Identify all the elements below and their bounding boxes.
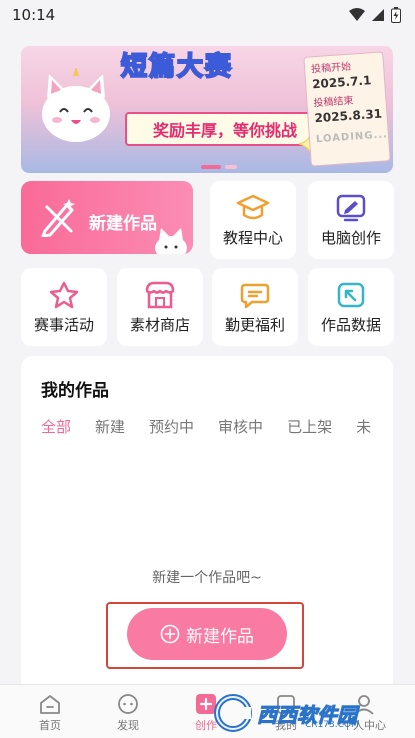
- nav-home-label: 首页: [39, 719, 61, 732]
- empty-state-text: 新建一个作品吧~: [152, 570, 262, 586]
- discover-icon: [118, 694, 138, 714]
- status-time: 10:14: [12, 6, 56, 24]
- graduation-cap-icon: [236, 194, 270, 219]
- store-icon: [145, 281, 175, 308]
- nav-home[interactable]: 首页: [20, 693, 80, 733]
- materials-tile[interactable]: 素材商店: [117, 268, 203, 346]
- create-work-button[interactable]: 新建作品: [127, 608, 287, 660]
- pc-create-label: 电脑创作: [320, 228, 381, 247]
- tab-new[interactable]: 新建: [95, 416, 125, 437]
- status-icons: [349, 7, 401, 23]
- pc-create-tile[interactable]: 电脑创作: [308, 181, 394, 259]
- events-tile[interactable]: 赛事活动: [21, 268, 107, 346]
- chat-gift-icon: [240, 283, 270, 308]
- site-watermark: 西西软件园 CR173.COM: [213, 692, 409, 734]
- cat-mascot-icon: [42, 68, 110, 142]
- pager-dot: [201, 165, 221, 169]
- new-work-tile[interactable]: 新建作品: [21, 181, 193, 254]
- tab-unpublished[interactable]: 未: [356, 416, 371, 437]
- my-works-title: 我的作品: [41, 381, 109, 401]
- data-tile[interactable]: 作品数据: [308, 268, 394, 346]
- rewards-tile[interactable]: 勤更福利: [212, 268, 298, 346]
- signal-icon: [372, 9, 384, 21]
- banner-dates: 投稿开始 2025.7.1 投稿结束 2025.8.31 LOADING...: [303, 51, 391, 167]
- banner-pager: [21, 163, 393, 173]
- star-badge-icon: [49, 281, 79, 308]
- battery-icon: [391, 7, 401, 23]
- nav-discover[interactable]: 发现: [98, 693, 158, 733]
- watermark-sub: CR173.COM: [305, 720, 359, 730]
- pager-dot: [225, 165, 237, 169]
- banner-slogan: 奖励丰厚，等你挑战: [125, 112, 325, 146]
- watermark-logo-icon: [214, 694, 252, 732]
- wifi-icon: [349, 8, 365, 21]
- nav-discover-label: 发现: [117, 719, 139, 732]
- home-icon: [40, 695, 60, 714]
- loading-text: LOADING...: [315, 129, 389, 146]
- status-bar: 10:14: [0, 0, 415, 30]
- new-work-label: 新建作品: [89, 214, 157, 234]
- rewards-label: 勤更福利: [224, 315, 285, 334]
- data-label: 作品数据: [320, 315, 381, 334]
- pen-ruler-icon: [41, 199, 75, 237]
- computer-icon: [336, 194, 366, 221]
- tab-all[interactable]: 全部: [41, 416, 71, 437]
- mascot-icon: [155, 228, 187, 254]
- tab-reserved[interactable]: 预约中: [149, 416, 194, 437]
- tutorial-tile[interactable]: 教程中心: [210, 181, 296, 259]
- tab-published[interactable]: 已上架: [287, 416, 332, 437]
- plus-circle-icon: [160, 624, 180, 644]
- materials-label: 素材商店: [129, 315, 190, 334]
- my-works-panel: 我的作品 全部 新建 预约中 审核中 已上架 未 新建一个作品吧~ 新建作品: [21, 356, 393, 686]
- works-tabs: 全部 新建 预约中 审核中 已上架 未: [41, 416, 393, 440]
- banner-title: 短篇大赛: [120, 51, 234, 83]
- create-work-label: 新建作品: [186, 626, 254, 647]
- tutorial-label: 教程中心: [222, 228, 283, 247]
- chart-arrow-icon: [337, 282, 365, 307]
- event-banner[interactable]: 短篇大赛 奖励丰厚，等你挑战 投稿开始 2025.7.1 投稿结束 2025.8…: [21, 46, 393, 173]
- events-label: 赛事活动: [33, 315, 94, 334]
- tab-reviewing[interactable]: 审核中: [218, 416, 263, 437]
